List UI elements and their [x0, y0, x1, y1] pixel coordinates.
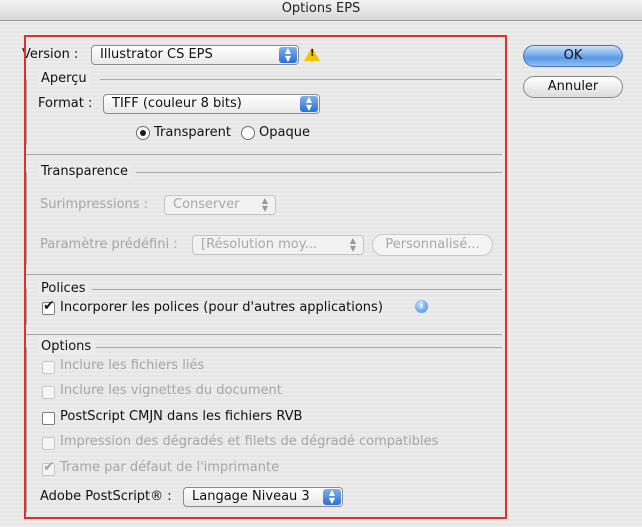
window-title-bar[interactable]: Options EPS — [0, 0, 642, 21]
highlight-frame — [24, 35, 507, 519]
ok-button[interactable]: OK — [523, 45, 623, 67]
cancel-button[interactable]: Annuler — [523, 76, 623, 98]
window-title: Options EPS — [281, 1, 361, 16]
